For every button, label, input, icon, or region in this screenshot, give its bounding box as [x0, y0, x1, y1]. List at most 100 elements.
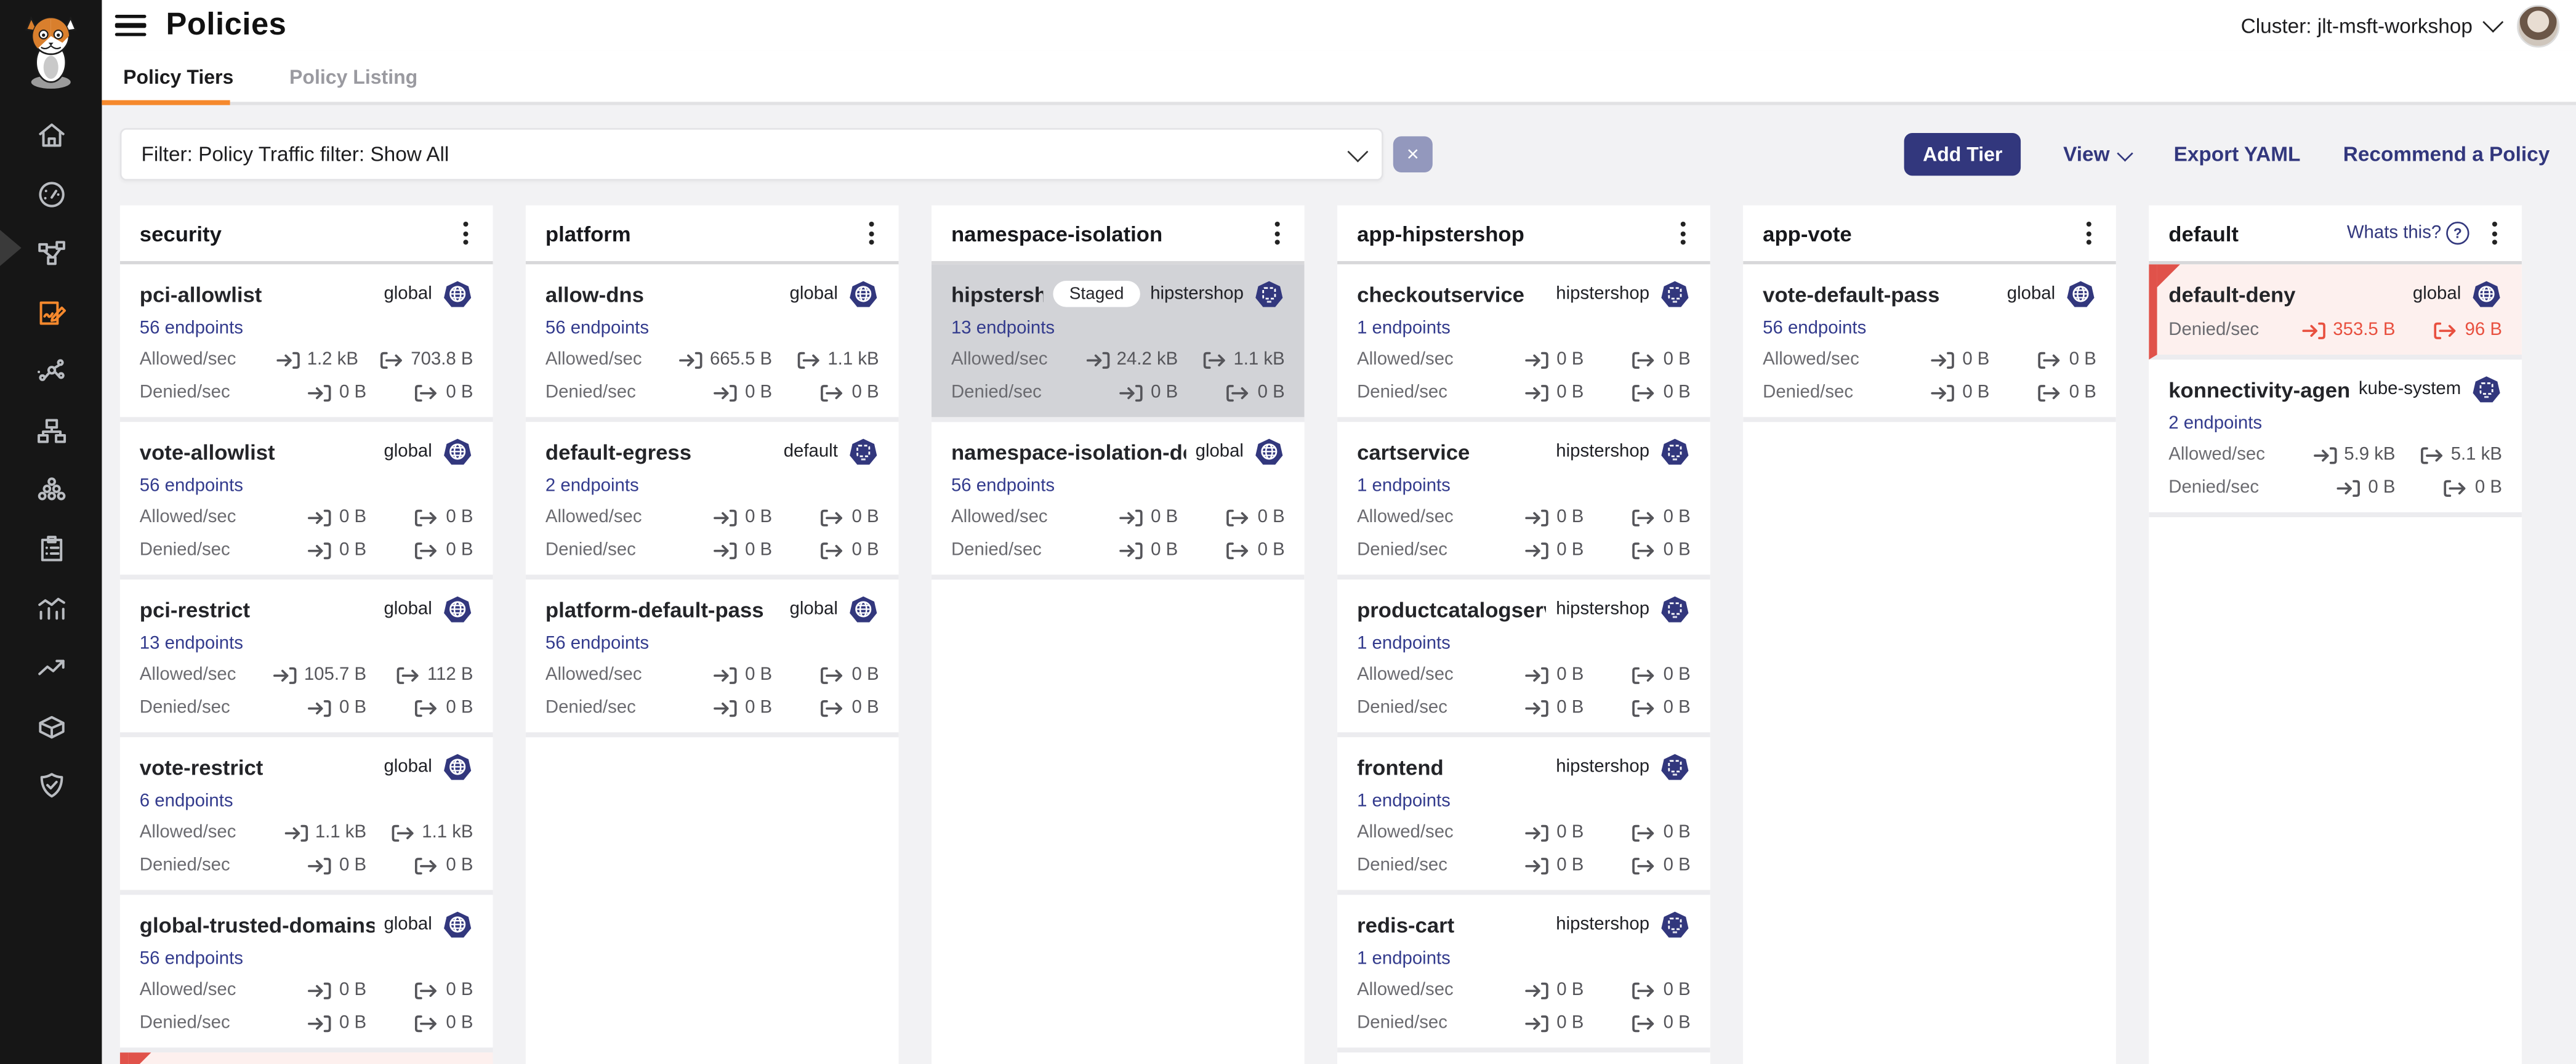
endpoints-link[interactable]: 1 endpoints	[1357, 318, 1691, 338]
export-yaml-button[interactable]: Export YAML	[2174, 143, 2301, 166]
tier-kebab-menu-icon[interactable]	[2077, 219, 2099, 248]
sidebar-item-package-box[interactable]	[0, 696, 102, 756]
add-tier-button[interactable]: Add Tier	[1905, 133, 2021, 175]
policy-card[interactable]: quarantineglobal0 endpoints	[120, 1052, 493, 1064]
egress-stat: 0 B	[1605, 665, 1691, 685]
sidebar-item-shield-check[interactable]	[0, 756, 102, 815]
hamburger-menu-icon[interactable]	[115, 15, 147, 36]
sidebar-item-service-graph[interactable]	[0, 342, 102, 401]
cluster-label: Cluster: jlt-msft-workshop	[2241, 14, 2473, 37]
policy-card[interactable]: allow-dnsglobal56 endpointsAllowed/sec66…	[526, 264, 899, 422]
endpoints-link[interactable]: 1 endpoints	[1357, 949, 1691, 969]
tier-cards: default-denyglobalDenied/sec353.5 B96 B k…	[2149, 264, 2522, 1064]
sidebar-item-home[interactable]	[0, 105, 102, 164]
question-circle-icon: ?	[2446, 222, 2469, 244]
ingress-traffic-icon	[1526, 541, 1550, 559]
policy-card[interactable]: vote-restrictglobal6 endpointsAllowed/se…	[120, 737, 493, 895]
endpoints-link[interactable]: 13 endpoints	[951, 318, 1285, 338]
policy-card[interactable]: frontendhipstershop1 endpointsAllowed/se…	[1337, 737, 1710, 895]
endpoints-link[interactable]: 56 endpoints	[545, 634, 879, 653]
ingress-traffic-icon	[1526, 981, 1550, 999]
policy-card[interactable]: default-denyglobalDenied/sec353.5 B96 B	[2149, 264, 2522, 360]
policy-card[interactable]: cartservicehipstershop1 endpointsAllowed…	[1337, 422, 1710, 579]
ingress-value: 0 B	[339, 507, 366, 527]
policy-card[interactable]: global-trusted-domainsglobal56 endpoints…	[120, 895, 493, 1052]
endpoints-link[interactable]: 1 endpoints	[1357, 634, 1691, 653]
sidebar-item-cluster-nodes[interactable]	[0, 460, 102, 519]
endpoints-link[interactable]: 56 endpoints	[1763, 318, 2096, 338]
policy-card[interactable]: vote-allowlistglobal56 endpointsAllowed/…	[120, 422, 493, 579]
ingress-traffic-icon	[308, 699, 332, 717]
policy-card-header: namespace-isolation-default-p…global	[951, 437, 1285, 466]
endpoints-link[interactable]: 13 endpoints	[140, 634, 473, 653]
endpoints-link[interactable]: 56 endpoints	[951, 476, 1285, 496]
traffic-stat-row: Denied/sec0 B0 B	[1357, 381, 1691, 404]
endpoints-link[interactable]: 1 endpoints	[1357, 476, 1691, 496]
user-avatar[interactable]	[2517, 4, 2559, 47]
stat-label: Denied/sec	[1357, 382, 1478, 402]
policy-card[interactable]: default-egressdefault2 endpointsAllowed/…	[526, 422, 899, 579]
policy-card[interactable]: namespace-isolation-default-p…global 56 e…	[932, 422, 1305, 579]
tier-kebab-menu-icon[interactable]	[2482, 219, 2505, 248]
ingress-traffic-icon	[1119, 508, 1144, 526]
policy-card[interactable]: emailservicehipstershop1 endpointsAllowe…	[1337, 1052, 1710, 1064]
endpoints-link[interactable]: 6 endpoints	[140, 791, 473, 811]
scope-label: global	[384, 441, 432, 461]
endpoints-link[interactable]: 56 endpoints	[140, 318, 473, 338]
endpoints-link[interactable]: 56 endpoints	[140, 949, 473, 969]
policy-card[interactable]: platform-default-passglobal56 endpointsA…	[526, 579, 899, 737]
tier-name: platform	[545, 221, 859, 246]
tab-policy-tiers[interactable]: Policy Tiers	[120, 65, 237, 87]
endpoints-link[interactable]: 56 endpoints	[140, 476, 473, 496]
policy-card[interactable]: redis-carthipstershop1 endpointsAllowed/…	[1337, 895, 1710, 1052]
ingress-value: 0 B	[339, 980, 366, 1000]
stat-label: Allowed/sec	[545, 507, 667, 527]
endpoints-link[interactable]: 56 endpoints	[545, 318, 879, 338]
egress-traffic-icon	[1632, 508, 1657, 526]
sidebar-item-stats-chart[interactable]	[0, 578, 102, 637]
stat-label: Denied/sec	[2168, 478, 2290, 498]
egress-value: 0 B	[1664, 698, 1691, 717]
tier-header: app-hipstershop	[1337, 205, 1710, 264]
stat-label: Denied/sec	[140, 1013, 261, 1033]
sidebar-item-clipboard-list[interactable]	[0, 519, 102, 578]
cluster-selector[interactable]: Cluster: jlt-msft-workshop	[2241, 14, 2501, 37]
view-dropdown[interactable]: View	[2063, 143, 2131, 166]
whats-this-link[interactable]: Whats this??	[2347, 222, 2469, 244]
policy-card[interactable]: pci-restrictglobal13 endpointsAllowed/se…	[120, 579, 493, 737]
sidebar-item-dashboard-gauge[interactable]	[0, 164, 102, 224]
ingress-value: 0 B	[1962, 382, 1989, 402]
stat-label: Denied/sec	[545, 698, 667, 717]
policy-card[interactable]: hipstershop-gh…Stagedhipstershop13 endpo…	[932, 264, 1305, 422]
ingress-stat: 0 B	[1479, 665, 1584, 685]
ingress-traffic-icon	[1526, 350, 1550, 368]
ingress-traffic-icon	[1931, 384, 1956, 401]
recommend-policy-button[interactable]: Recommend a Policy	[2343, 143, 2550, 166]
namespace-scope-icon	[2471, 374, 2502, 405]
tier-kebab-menu-icon[interactable]	[453, 219, 476, 248]
policy-card[interactable]: checkoutservicehipstershop1 endpointsAll…	[1337, 264, 1710, 422]
clear-filter-button[interactable]: ×	[1393, 136, 1433, 172]
tier-kebab-menu-icon[interactable]	[859, 219, 882, 248]
policy-card[interactable]: productcatalogservicehipstershop1 endpoi…	[1337, 579, 1710, 737]
endpoints-link[interactable]: 2 endpoints	[545, 476, 879, 496]
sidebar-item-sitemap[interactable]	[0, 401, 102, 460]
sidebar-item-policies[interactable]	[0, 283, 102, 342]
endpoints-link[interactable]: 2 endpoints	[2168, 414, 2502, 433]
egress-value: 703.8 B	[411, 350, 473, 369]
policy-filter-dropdown[interactable]: Filter: Policy Traffic filter: Show All	[120, 128, 1383, 180]
policies-icon	[34, 295, 68, 329]
endpoints-link[interactable]: 1 endpoints	[1357, 791, 1691, 811]
tab-policy-listing[interactable]: Policy Listing	[286, 65, 421, 87]
dashboard-gauge-icon	[34, 177, 68, 211]
ingress-value: 0 B	[2368, 478, 2395, 498]
policy-card[interactable]: konnectivity-agentkube-system2 endpoints…	[2149, 360, 2522, 517]
policy-name: namespace-isolation-default-p…	[951, 439, 1186, 464]
scope-label: kube-system	[2359, 379, 2461, 399]
policy-card[interactable]: pci-allowlistglobal56 endpointsAllowed/s…	[120, 264, 493, 422]
sidebar-item-trending-up[interactable]	[0, 637, 102, 696]
tier-kebab-menu-icon[interactable]	[1671, 219, 1694, 248]
policy-card[interactable]: vote-default-passglobal56 endpointsAllow…	[1743, 264, 2116, 422]
tier-kebab-menu-icon[interactable]	[1265, 219, 1288, 248]
ingress-value: 353.5 B	[2333, 320, 2395, 340]
